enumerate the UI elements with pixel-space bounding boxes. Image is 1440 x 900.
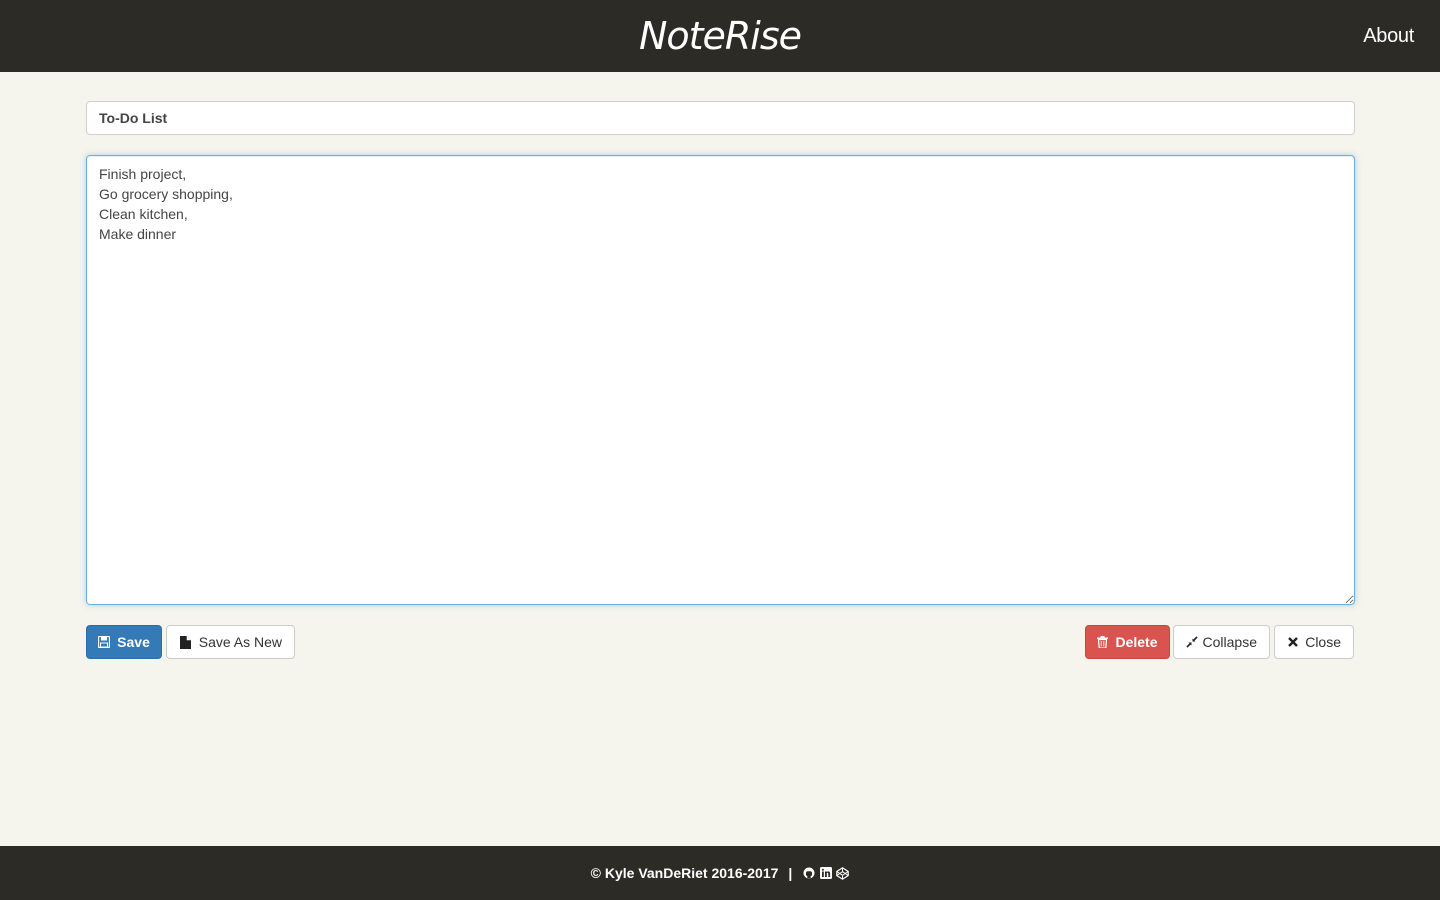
navbar: NoteRise About <box>0 0 1440 72</box>
note-body-textarea[interactable]: Finish project, Go grocery shopping, Cle… <box>86 155 1355 605</box>
brand-logo[interactable]: NoteRise <box>0 12 1440 60</box>
about-link[interactable]: About <box>1363 22 1414 50</box>
codepen-icon[interactable] <box>836 866 850 880</box>
delete-button-label: Delete <box>1115 634 1158 650</box>
github-icon[interactable] <box>802 867 815 880</box>
close-button-label: Close <box>1305 634 1341 650</box>
save-button[interactable]: Save <box>86 625 162 659</box>
note-title-input[interactable] <box>86 101 1355 135</box>
copyright-text: © Kyle VanDeRiet 2016-2017 <box>590 865 779 881</box>
file-icon <box>179 635 192 649</box>
delete-button[interactable]: Delete <box>1085 625 1170 659</box>
compress-arrows-icon <box>1186 636 1199 649</box>
collapse-button[interactable]: Collapse <box>1173 625 1270 659</box>
floppy-disk-icon <box>98 636 111 649</box>
save-as-new-button[interactable]: Save As New <box>166 625 295 659</box>
footer-separator: | <box>788 865 793 881</box>
save-button-label: Save <box>117 634 150 650</box>
linkedin-icon[interactable] <box>819 867 832 880</box>
close-button[interactable]: Close <box>1274 625 1354 659</box>
collapse-button-label: Collapse <box>1202 634 1257 650</box>
footer: © Kyle VanDeRiet 2016-2017 | <box>0 846 1440 900</box>
save-as-new-button-label: Save As New <box>198 634 282 650</box>
trash-icon <box>1097 636 1109 649</box>
close-icon <box>1287 636 1298 649</box>
